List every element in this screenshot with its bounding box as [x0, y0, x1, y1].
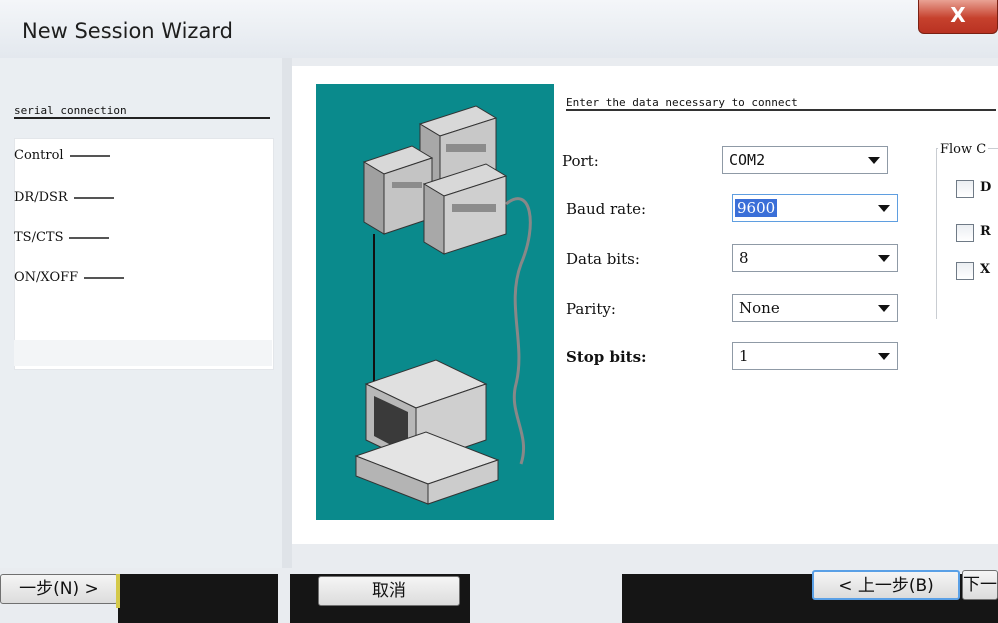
left-heading: serial connection — [14, 104, 270, 119]
data-bits-value: 8 — [739, 249, 749, 267]
flow-checkbox-x[interactable] — [956, 262, 974, 280]
stop-bits-select[interactable]: 1 — [732, 342, 898, 370]
close-icon: X — [950, 3, 966, 27]
data-bits-label: Data bits: — [566, 250, 640, 268]
close-button[interactable]: X — [918, 0, 998, 34]
left-group-label: Control — [14, 148, 110, 163]
port-value: COM2 — [729, 151, 766, 169]
left-strip — [14, 340, 272, 366]
chevron-down-icon — [878, 305, 890, 312]
data-bits-select[interactable]: 8 — [732, 244, 898, 272]
port-select[interactable]: COM2 — [722, 146, 888, 174]
intro-text: Enter the data necessary to connect — [566, 96, 996, 111]
chevron-down-icon — [878, 255, 890, 262]
panel-separator — [282, 58, 292, 568]
port-label: Port: — [562, 152, 599, 170]
button-bar-shadow-left — [118, 574, 278, 623]
left-item-dr-dsr[interactable]: DR/DSR — [14, 190, 114, 205]
next-button-right[interactable]: 下一 — [962, 570, 998, 600]
left-flow-list — [14, 138, 274, 370]
network-computer-icon — [354, 105, 532, 505]
next-button-left[interactable]: 一步(N) > — [0, 574, 118, 604]
baud-rate-combo[interactable]: 9600 — [732, 194, 898, 222]
title-bar: New Session Wizard X — [0, 0, 998, 58]
flow-checkbox-r-label: R — [980, 224, 991, 239]
baud-rate-value[interactable]: 9600 — [735, 199, 778, 217]
chevron-down-icon — [878, 205, 890, 212]
baud-rate-label: Baud rate: — [566, 200, 647, 218]
chevron-down-icon — [868, 157, 880, 164]
stop-bits-label: Stop bits: — [566, 348, 647, 366]
parity-label: Parity: — [566, 300, 616, 318]
parity-value: None — [739, 299, 780, 317]
flow-checkbox-r[interactable] — [956, 224, 974, 242]
window-title: New Session Wizard — [22, 19, 233, 43]
button-highlight-left — [116, 574, 120, 608]
flow-checkbox-d-label: D — [980, 180, 992, 195]
left-wizard-page: serial connection Control DR/DSR TS/CTS … — [0, 58, 283, 568]
computer-illustration — [316, 84, 554, 520]
left-item-on-xoff[interactable]: ON/XOFF — [14, 270, 124, 285]
chevron-down-icon — [878, 353, 890, 360]
parity-select[interactable]: None — [732, 294, 898, 322]
back-button[interactable]: < 上一步(B) — [812, 570, 960, 600]
flow-checkbox-x-label: X — [980, 262, 991, 277]
left-item-ts-cts[interactable]: TS/CTS — [14, 230, 109, 245]
cancel-button[interactable]: 取消 — [318, 576, 460, 606]
stop-bits-value: 1 — [739, 347, 749, 365]
flow-control-label: Flow C — [938, 142, 989, 157]
flow-checkbox-d[interactable] — [956, 180, 974, 198]
